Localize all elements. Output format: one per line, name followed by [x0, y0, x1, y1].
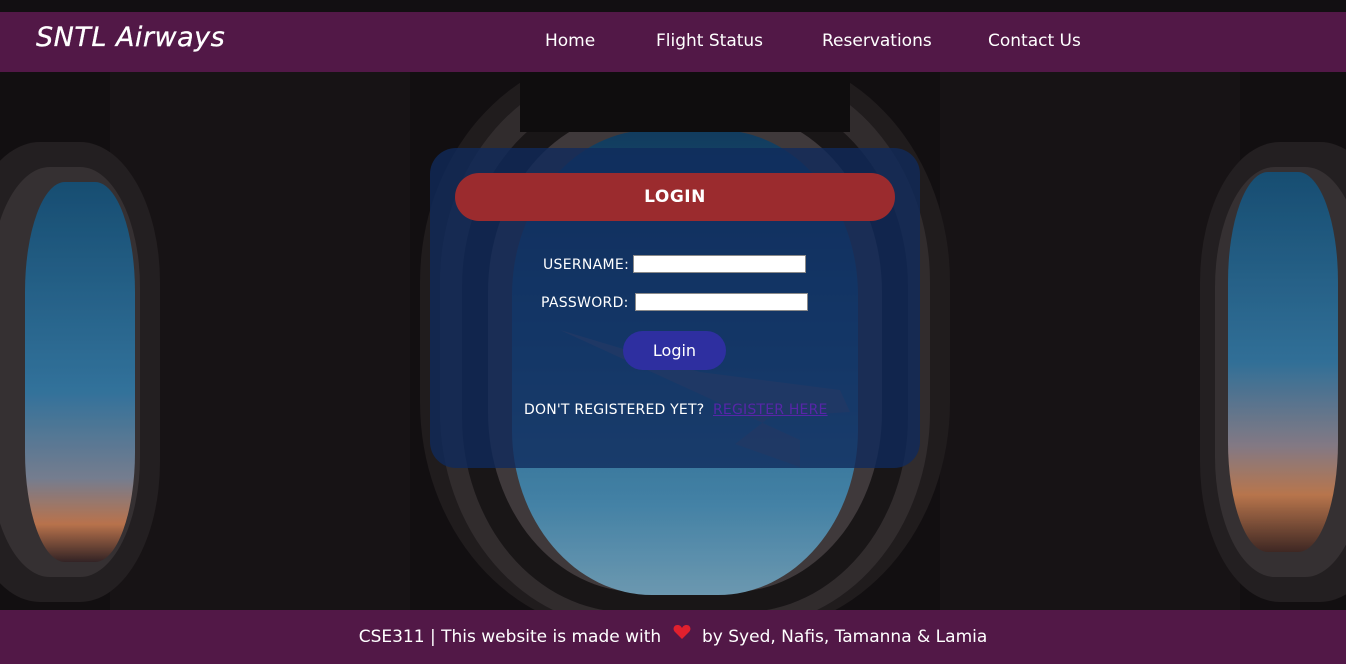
register-link[interactable]: REGISTER HERE: [713, 402, 828, 418]
footer-text-after: by Syed, Nafis, Tamanna & Lamia: [702, 627, 988, 647]
footer: CSE311 | This website is made with by Sy…: [0, 610, 1346, 664]
login-header: LOGIN: [455, 173, 895, 221]
nav-item-reservations[interactable]: Reservations: [822, 31, 932, 51]
footer-text-before: CSE311 | This website is made with: [358, 627, 662, 647]
register-row: DON'T REGISTERED YET? REGISTER HERE: [524, 402, 828, 418]
login-panel: LOGIN USERNAME: PASSWORD: Login DON'T RE…: [430, 148, 920, 468]
navbar: SNTL Airways Home Flight Status Reservat…: [0, 12, 1346, 72]
nav-item-contact-us[interactable]: Contact Us: [988, 31, 1081, 51]
page: SNTL Airways Home Flight Status Reservat…: [0, 0, 1346, 664]
username-label: USERNAME:: [543, 257, 630, 273]
nav-item-home[interactable]: Home: [545, 31, 595, 51]
password-input[interactable]: [635, 293, 808, 311]
main-nav: Home Flight Status Reservations Contact …: [0, 12, 1346, 72]
username-input[interactable]: [633, 255, 806, 273]
register-prompt: DON'T REGISTERED YET?: [524, 402, 705, 418]
password-label: PASSWORD:: [541, 295, 629, 311]
top-strip: [0, 0, 1346, 12]
heart-icon: [673, 608, 691, 662]
login-button[interactable]: Login: [623, 331, 726, 370]
nav-item-flight-status[interactable]: Flight Status: [656, 31, 763, 51]
